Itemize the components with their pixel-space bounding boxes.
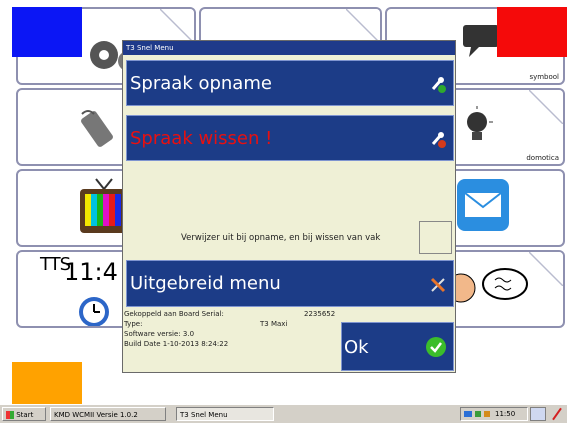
speech-clear-label: Spraak wissen ! [130, 127, 273, 149]
windows-logo-icon [6, 411, 14, 419]
taskbar-app-label: T3 Snel Menu [180, 411, 228, 419]
system-tray: 11:50 [460, 407, 528, 421]
start-button[interactable]: Start [2, 407, 46, 421]
quick-menu-dialog: T3 Snel Menu Spraak opname Spraak wissen… [122, 40, 456, 373]
network-icon [464, 411, 472, 417]
dialog-title: T3 Snel Menu [123, 41, 455, 55]
mail-icon [457, 179, 509, 231]
corner-square-blue[interactable] [12, 7, 82, 57]
microphone-remove-icon [431, 132, 446, 148]
taskbar: Start KMD WCMII Versie 1.0.2 T3 Snel Men… [0, 404, 567, 423]
usb-icon [475, 411, 481, 417]
tile-fold [529, 252, 563, 286]
type-label: Type: [124, 320, 143, 328]
build-date: Build Date 1-10-2013 8:24:22 [124, 340, 229, 348]
tile-label: symbool [529, 73, 559, 81]
tray-app-button[interactable] [530, 407, 546, 421]
talking-face-icon [453, 268, 528, 303]
light-bulb-icon [467, 106, 493, 140]
volume-icon [484, 411, 490, 417]
serial-value: 2235652 [304, 310, 336, 318]
software-version: Software versie: 3.0 [124, 330, 195, 338]
pointer-option-checkbox[interactable] [419, 221, 452, 254]
taskbar-app-label: KMD WCMII Versie 1.0.2 [54, 411, 138, 419]
tile-fold [346, 9, 380, 43]
serial-label: Gekoppeld aan Board Serial: [124, 310, 224, 318]
extended-menu-button[interactable]: Uitgebreid menu [126, 260, 454, 307]
ok-button[interactable]: Ok [341, 322, 454, 371]
clock-tray: 11:50 [495, 410, 516, 418]
checkmark-icon [426, 337, 446, 357]
speech-record-button[interactable]: Spraak opname [126, 60, 454, 106]
taskbar-app-quick-menu[interactable]: T3 Snel Menu [176, 407, 274, 421]
microphone-add-icon [431, 77, 446, 93]
type-value: T3 Maxi [260, 320, 288, 328]
tile-fold [160, 9, 194, 43]
board-info: Gekoppeld aan Board Serial: 2235652 Type… [124, 309, 354, 349]
alarm-clock-icon [79, 297, 109, 326]
tile-label: domotica [526, 154, 559, 162]
pointer-option-text: Verwijzer uit bij opname, en bij wissen … [181, 233, 381, 243]
remote-control-icon [81, 110, 113, 147]
corner-square-orange[interactable] [12, 362, 82, 404]
speech-clear-button[interactable]: Spraak wissen ! [126, 115, 454, 161]
extended-menu-label: Uitgebreid menu [130, 273, 281, 294]
pen-icon[interactable] [549, 407, 565, 421]
clock-text: 11:4 [64, 258, 118, 286]
speech-bubble-icon [463, 25, 499, 57]
tools-icon [430, 277, 446, 293]
taskbar-app-kmd[interactable]: KMD WCMII Versie 1.0.2 [50, 407, 166, 421]
corner-square-red[interactable] [497, 7, 567, 57]
ok-label: Ok [344, 337, 369, 358]
speech-record-label: Spraak opname [130, 72, 272, 94]
start-label: Start [16, 411, 34, 419]
tile-fold [529, 90, 563, 124]
